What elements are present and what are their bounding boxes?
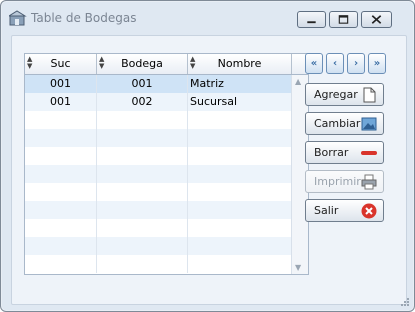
sort-icon: ▲ ▼ <box>27 55 33 70</box>
grid-header: ▲ ▼ Suc ▲ ▼ Bodega ▲ ▼ Nombre <box>25 54 308 75</box>
new-document-icon <box>363 87 376 103</box>
close-button[interactable] <box>361 11 392 28</box>
cell-suc: 001 <box>25 93 97 111</box>
warehouse-app-icon <box>9 10 27 26</box>
window: Table de Bodegas ▲ ▼ Suc ▲ ▼ Bodega ▲ ▼ … <box>0 0 415 312</box>
table-row[interactable]: 001 001 Matriz <box>25 75 292 93</box>
maximize-icon <box>338 15 349 24</box>
chevron-left-icon: ‹ <box>332 58 338 69</box>
scroll-down-icon[interactable]: ▼ <box>295 263 301 272</box>
cambiar-button[interactable]: Cambiar <box>305 112 384 135</box>
first-record-button[interactable]: « <box>305 53 323 74</box>
previous-record-button[interactable]: ‹ <box>326 53 344 74</box>
empty-row <box>25 201 292 219</box>
empty-row <box>25 255 292 273</box>
agregar-button[interactable]: Agregar <box>305 83 384 106</box>
empty-row <box>25 165 292 183</box>
minimize-icon <box>307 21 316 24</box>
minus-icon <box>361 151 377 155</box>
borrar-label: Borrar <box>314 146 349 159</box>
scroll-up-icon[interactable]: ▲ <box>295 77 301 86</box>
cell-nombre: Matriz <box>188 75 292 93</box>
printer-icon <box>361 174 377 190</box>
edit-image-icon <box>361 117 377 131</box>
empty-row <box>25 237 292 255</box>
double-chevron-left-icon: « <box>310 58 318 69</box>
grid-rows: 001 001 Matriz 001 002 Sucursal <box>25 75 292 273</box>
chevron-right-icon: › <box>353 58 359 69</box>
empty-row <box>25 147 292 165</box>
title-bar[interactable]: Table de Bodegas <box>1 1 414 35</box>
bodegas-grid[interactable]: ▲ ▼ Suc ▲ ▼ Bodega ▲ ▼ Nombre 001 001 Matri… <box>24 53 309 275</box>
cell-bodega: 001 <box>97 75 188 93</box>
salir-button[interactable]: Salir <box>305 199 384 222</box>
maximize-button[interactable] <box>329 11 358 28</box>
double-chevron-right-icon: » <box>373 58 381 69</box>
minimize-button[interactable] <box>297 11 326 28</box>
cell-nombre: Sucursal <box>188 93 292 111</box>
empty-row <box>25 129 292 147</box>
column-header-suc[interactable]: ▲ ▼ Suc <box>25 54 97 74</box>
cell-bodega: 002 <box>97 93 188 111</box>
empty-row <box>25 111 292 129</box>
empty-row <box>25 219 292 237</box>
sort-icon: ▲ ▼ <box>99 55 105 70</box>
resize-grip-icon[interactable] <box>400 297 410 307</box>
imprimir-label: Imprimir <box>314 175 361 188</box>
cambiar-label: Cambiar <box>314 117 361 130</box>
close-circle-icon <box>361 203 377 219</box>
table-row[interactable]: 001 002 Sucursal <box>25 93 292 111</box>
cell-suc: 001 <box>25 75 97 93</box>
sort-icon: ▲ ▼ <box>190 55 196 70</box>
close-icon <box>371 15 382 24</box>
column-header-bodega[interactable]: ▲ ▼ Bodega <box>97 54 188 74</box>
imprimir-button[interactable]: Imprimir <box>305 170 384 193</box>
column-header-nombre[interactable]: ▲ ▼ Nombre <box>188 54 292 74</box>
content-panel: ▲ ▼ Suc ▲ ▼ Bodega ▲ ▼ Nombre 001 001 Matri… <box>11 35 407 305</box>
empty-row <box>25 183 292 201</box>
next-record-button[interactable]: › <box>347 53 365 74</box>
borrar-button[interactable]: Borrar <box>305 141 384 164</box>
window-title: Table de Bodegas <box>31 11 137 25</box>
agregar-label: Agregar <box>314 88 358 101</box>
salir-label: Salir <box>314 204 339 217</box>
last-record-button[interactable]: » <box>368 53 386 74</box>
